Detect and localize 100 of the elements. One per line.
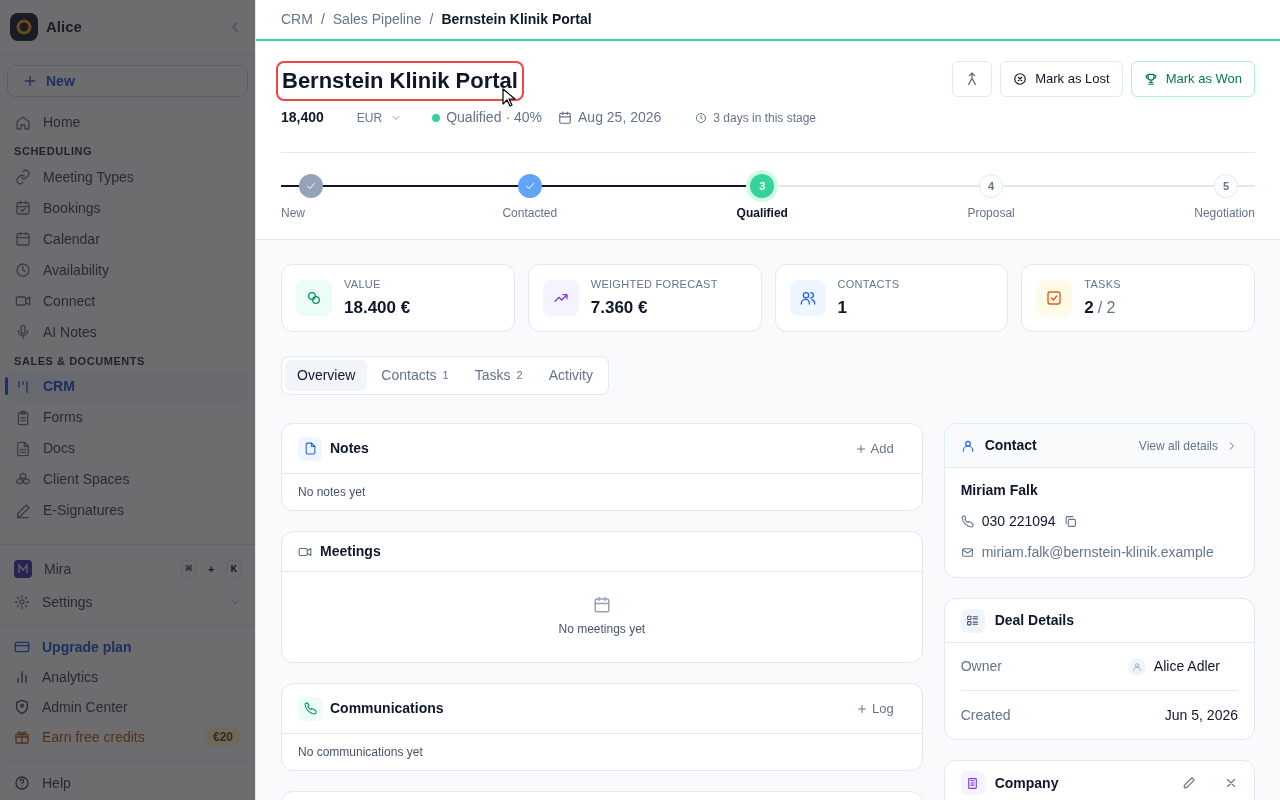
stage-step[interactable] [517, 174, 542, 198]
section-label: SALES & DOCUMENTS [13, 353, 146, 369]
tab[interactable]: Overview [285, 360, 368, 391]
tab[interactable]: Activity [536, 360, 605, 391]
card-icon [14, 639, 30, 655]
currency-select[interactable]: EUR [356, 108, 403, 127]
sidebar-item[interactable]: Client Spaces [7, 464, 248, 495]
pen-icon [15, 502, 31, 519]
gift-icon [14, 729, 30, 745]
cubes-icon [15, 471, 31, 488]
copy-icon [1063, 515, 1077, 528]
sidebar-item[interactable]: AI Notes [7, 316, 248, 348]
section-label: SCHEDULING [13, 144, 94, 159]
stat-label: CONTACTS [837, 277, 900, 292]
pencil-icon [1182, 776, 1196, 790]
trophy-icon [1143, 72, 1158, 86]
stage-step[interactable]: 5 [1213, 174, 1238, 198]
breadcrumb-separator: / [429, 10, 434, 29]
sidebar-item[interactable]: Calendar [7, 223, 248, 255]
workspace-name: Alice [46, 16, 83, 37]
bar-chart-icon [14, 669, 30, 685]
clipboard-icon [15, 409, 31, 426]
empty-state-text: No meetings yet [558, 621, 646, 638]
plus-icon [22, 73, 38, 89]
check-icon [523, 180, 536, 192]
stage-label: Contacted [502, 205, 558, 222]
sidebar-item[interactable]: Upgrade plan [7, 632, 248, 662]
help-icon [14, 775, 30, 791]
calendar-check-icon [15, 200, 31, 216]
copy-button[interactable] [1063, 515, 1077, 528]
home-icon [15, 114, 31, 131]
shield-icon [14, 699, 30, 715]
tab[interactable]: Contacts 1 [369, 360, 461, 391]
probability: · 40% [505, 108, 542, 127]
deal-title: Bernstein Klinik Portal [282, 67, 518, 95]
tab[interactable]: Tasks 2 [462, 360, 535, 391]
stat-value: 18.400 € [344, 296, 411, 319]
card-title: Deal Details [994, 611, 1075, 630]
sidebar-item[interactable]: Forms [7, 402, 248, 433]
sidebar-item[interactable]: Admin Center [7, 692, 248, 722]
mark-lost-button[interactable]: Mark as Lost [1000, 61, 1123, 97]
sidebar-item[interactable]: Help [7, 768, 248, 798]
calendar-icon [15, 231, 31, 247]
sidebar-item[interactable]: Availability [7, 254, 248, 286]
card-title: Meetings [320, 542, 382, 561]
sidebar-item[interactable]: Bookings [7, 192, 248, 224]
view-details-link[interactable]: View all details [1138, 436, 1238, 455]
plus-icon [854, 442, 867, 455]
file-icon [303, 442, 317, 455]
sidebar-item[interactable]: E-Signatures [7, 495, 248, 526]
calendar-icon [592, 596, 611, 614]
contact-name: Miriam Falk [960, 481, 1039, 500]
new-button[interactable]: New [7, 65, 248, 97]
card-action-button[interactable]: Add [854, 438, 894, 459]
settings-item[interactable]: Settings [7, 585, 248, 619]
sidebar-item[interactable]: Connect [7, 285, 248, 317]
stage-step[interactable]: 4 [979, 174, 1004, 198]
check-icon [305, 180, 317, 192]
mark-won-button[interactable]: Mark as Won [1130, 61, 1255, 97]
video-icon [15, 293, 31, 309]
credit-badge: €20 [204, 727, 241, 747]
sidebar-item[interactable]: Analytics [7, 662, 248, 692]
card-title: Communications [330, 699, 445, 718]
empty-state-text: No communications yet [297, 744, 424, 761]
deal-amount: 18,400 [281, 108, 324, 127]
detail-value: Alice Adler [1153, 657, 1220, 676]
clock-icon [15, 262, 31, 278]
sidebar-item[interactable]: Meeting Types [7, 161, 248, 193]
breadcrumb-separator: / [320, 10, 325, 29]
card-action-button[interactable]: Log [855, 698, 894, 719]
sidebar-item[interactable]: CRM [7, 371, 248, 402]
close-button[interactable] [1224, 776, 1238, 790]
stage-step[interactable] [299, 174, 323, 198]
merge-button[interactable] [952, 61, 993, 97]
close-icon [1224, 776, 1238, 790]
calendar-icon [558, 110, 572, 125]
microphone-icon [15, 324, 31, 340]
stat-label: WEIGHTED FORECAST [590, 277, 718, 292]
breadcrumb-current: Bernstein Klinik Portal [441, 10, 592, 29]
email-link[interactable]: miriam.falk@bernstein-klinik.example [981, 542, 1214, 563]
breadcrumb-link[interactable]: CRM [281, 9, 313, 30]
close-date: Aug 25, 2026 [578, 108, 662, 127]
detail-value: Jun 5, 2026 [1164, 705, 1238, 725]
sidebar-item[interactable]: Docs [7, 433, 248, 464]
sidebar-item[interactable]: Home [7, 107, 248, 138]
logo-icon [10, 13, 38, 41]
edit-button[interactable] [1182, 776, 1196, 790]
user-icon [960, 438, 975, 453]
sidebar-item[interactable]: Earn free credits €20 [7, 722, 248, 752]
assistant-icon [14, 560, 32, 578]
card-title: Company [994, 773, 1060, 793]
plus-icon [855, 702, 868, 715]
shortcut-key: K [226, 559, 241, 579]
empty-state-text: No notes yet [297, 484, 367, 501]
breadcrumb-link[interactable]: Sales Pipeline [332, 9, 422, 30]
document-icon [15, 440, 31, 457]
stage-label: Negotiation [1194, 205, 1255, 222]
detail-label: Created [960, 705, 1011, 725]
assistant-item[interactable]: Mira ⌘ + K [7, 553, 248, 585]
card-title: Notes [330, 439, 370, 458]
